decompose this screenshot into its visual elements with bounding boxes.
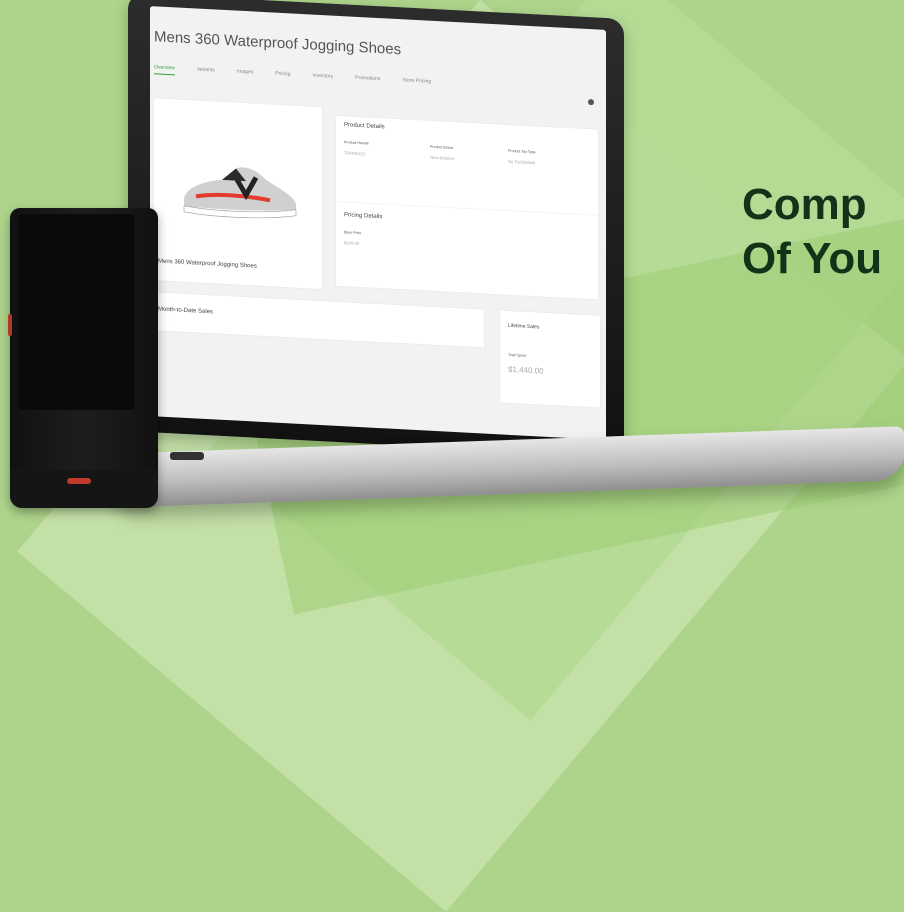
tab-variants[interactable]: Variants — [197, 67, 215, 78]
tab-bar: Overview Variants Images Pricing Invento… — [154, 64, 453, 90]
pricing-details-card: Pricing Details Base Price $240.00 — [336, 201, 598, 300]
device-bottom — [10, 470, 158, 508]
shoe-image — [183, 167, 297, 219]
lifetime-sales-card: Lifetime Sales Total Spent $1,440.00 — [500, 310, 600, 408]
product-tax-type-value: No Tax/Default — [508, 158, 536, 166]
device-side-button[interactable] — [8, 314, 12, 336]
lifetime-sales-title: Lifetime Sales — [508, 322, 540, 331]
product-handle-label: Product Handle — [344, 140, 369, 146]
settings-icon[interactable] — [588, 99, 594, 106]
tab-store-pricing[interactable]: Store Pricing — [402, 77, 431, 89]
product-brand-value: New Balance — [430, 154, 455, 162]
usb-port — [170, 452, 204, 460]
headline-line-2: Of You — [742, 234, 883, 283]
tab-inventory[interactable]: Inventory — [313, 73, 334, 84]
laptop-screen: Mens 360 Waterproof Jogging Shoes Overvi… — [150, 6, 606, 440]
product-brand-label: Product Brand — [430, 144, 453, 150]
product-details-title: Product Details — [344, 122, 385, 131]
page-title: Mens 360 Waterproof Jogging Shoes — [154, 28, 402, 59]
product-details-card: Product Details Product Handle 789456123… — [336, 115, 598, 216]
month-to-date-card: Month-to-Date Sales — [154, 292, 484, 348]
base-price-value: $240.00 — [344, 240, 360, 247]
device-screen — [18, 214, 134, 410]
total-spent-value: $1,440.00 — [508, 364, 544, 376]
device-home-button[interactable] — [67, 478, 91, 484]
pricing-details-title: Pricing Details — [344, 212, 383, 221]
headline: Comp Of You — [742, 178, 882, 286]
product-image-card: Mens 360 Waterproof Jogging Shoes — [154, 98, 322, 290]
product-name: Mens 360 Waterproof Jogging Shoes — [158, 258, 257, 270]
tab-promotions[interactable]: Promotions — [355, 75, 380, 86]
product-handle-value: 789456123 — [344, 150, 365, 157]
product-tax-type-label: Product Tax Type — [508, 148, 536, 155]
tab-images[interactable]: Images — [237, 69, 253, 80]
total-spent-label: Total Spent — [508, 352, 526, 358]
tab-pricing[interactable]: Pricing — [275, 71, 290, 82]
headline-line-1: Comp — [742, 180, 867, 229]
base-price-label: Base Price — [344, 230, 362, 236]
month-to-date-title: Month-to-Date Sales — [158, 306, 214, 316]
tab-overview[interactable]: Overview — [154, 64, 175, 76]
